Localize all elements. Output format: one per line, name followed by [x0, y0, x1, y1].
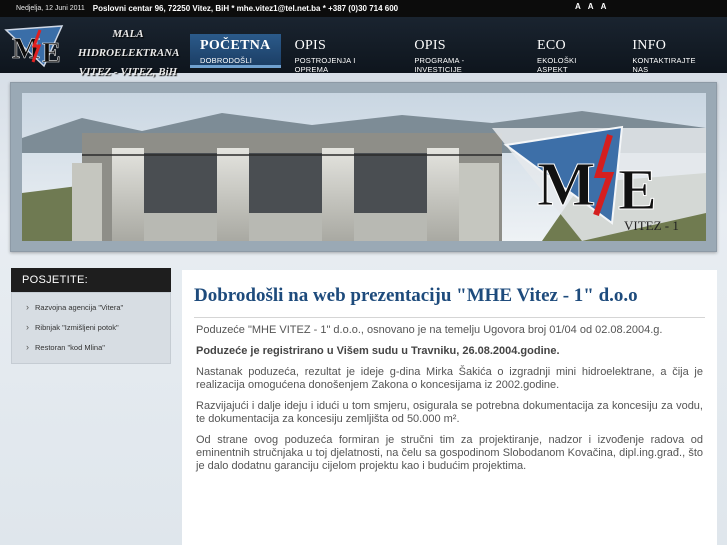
nav-title: POČETNA [200, 38, 271, 53]
svg-text:M: M [537, 151, 596, 219]
paragraph-3: Nastanak poduzeća, rezultat je ideje g-d… [196, 366, 703, 391]
hero-image: M E VITEZ - 1 [22, 93, 706, 241]
logo-line-1: MALA HIDROELEKTRANA [78, 28, 180, 59]
paragraph-5: Od strane ovog poduzeća formiran je stru… [196, 434, 703, 472]
nav-item-pocetna[interactable]: POČETNA DOBRODOŠLI [190, 34, 281, 68]
svg-text:E: E [42, 38, 61, 68]
svg-text:E: E [618, 157, 657, 222]
logo-line-2: VITEZ - VITEZ, BiH [78, 66, 178, 78]
mhe-logo-icon: M E [4, 25, 64, 68]
paragraph-1: Poduzeće "MHE VITEZ - 1" d.o.o., osnovan… [196, 324, 663, 336]
sidebar-heading: POSJETITE: [11, 268, 171, 292]
nav-title: OPIS [294, 38, 327, 53]
font-size-large-button[interactable]: A [601, 2, 607, 11]
font-size-medium-button[interactable]: A [588, 2, 594, 11]
main-nav: POČETNA DOBRODOŠLI OPIS POSTROJENJA I OP… [190, 34, 727, 74]
logo-text: MALA HIDROELEKTRANA VITEZ - VITEZ, BiH [78, 25, 180, 82]
sidebar-links: Razvojna agencija "Vitera" Ribnjak "Izmi… [11, 292, 171, 364]
nav-item-opis-programa[interactable]: OPIS PROGRAMA - INVESTICIJE [404, 34, 523, 74]
sidebar-link-restoran[interactable]: Restoran "kod Mlina" [12, 337, 170, 357]
paragraph-4: Razvijajući i dalje ideju i idući u tom … [196, 400, 703, 425]
paragraph-2: Poduzeće je registrirano u Višem sudu u … [196, 345, 560, 357]
sidebar-link-vitera[interactable]: Razvojna agencija "Vitera" [12, 297, 170, 317]
site-header: M E MALA HIDROELEKTRANA VITEZ - VITEZ, B… [0, 17, 727, 78]
banner-frame: M E VITEZ - 1 [10, 82, 717, 252]
page-title: Dobrodošli na web prezentaciju "MHE Vite… [194, 285, 638, 306]
nav-subtitle: POSTROJENJA I OPREMA [294, 56, 356, 74]
nav-subtitle: KONTAKTIRAJTE NAS [632, 56, 696, 74]
nav-subtitle: DOBRODOŠLI [200, 56, 253, 65]
font-size-controls: A A A [575, 2, 606, 11]
nav-item-info[interactable]: INFO KONTAKTIRAJTE NAS [622, 34, 723, 74]
font-size-small-button[interactable]: A [575, 2, 581, 11]
nav-item-eco[interactable]: ECO EKOLOŠKI ASPEKT [527, 34, 618, 74]
banner-subtitle: VITEZ - 1 [624, 218, 679, 233]
nav-item-opis-postrojenja[interactable]: OPIS POSTROJENJA I OPREMA [285, 34, 401, 74]
nav-subtitle: PROGRAMA - INVESTICIJE [414, 56, 465, 74]
sidebar-link-ribnjak[interactable]: Ribnjak "Izmišljeni potok" [12, 317, 170, 337]
main-content: Dobrodošli na web prezentaciju "MHE Vite… [182, 270, 717, 545]
top-info-bar: Nedjelja, 12 Juni 2011 Poslovni centar 9… [0, 0, 727, 17]
site-logo[interactable]: M E MALA HIDROELEKTRANA VITEZ - VITEZ, B… [0, 17, 185, 78]
current-date: Nedjelja, 12 Juni 2011 [16, 5, 85, 12]
sidebar: POSJETITE: Razvojna agencija "Vitera" Ri… [11, 268, 171, 368]
nav-title: OPIS [414, 38, 446, 53]
nav-subtitle: EKOLOŠKI ASPEKT [537, 56, 577, 74]
nav-title: INFO [632, 38, 667, 53]
divider [194, 317, 705, 318]
nav-title: ECO [537, 38, 566, 53]
contact-info: Poslovni centar 96, 72250 Vitez, BiH * m… [92, 4, 399, 13]
dam-photo: M E VITEZ - 1 [22, 93, 706, 241]
